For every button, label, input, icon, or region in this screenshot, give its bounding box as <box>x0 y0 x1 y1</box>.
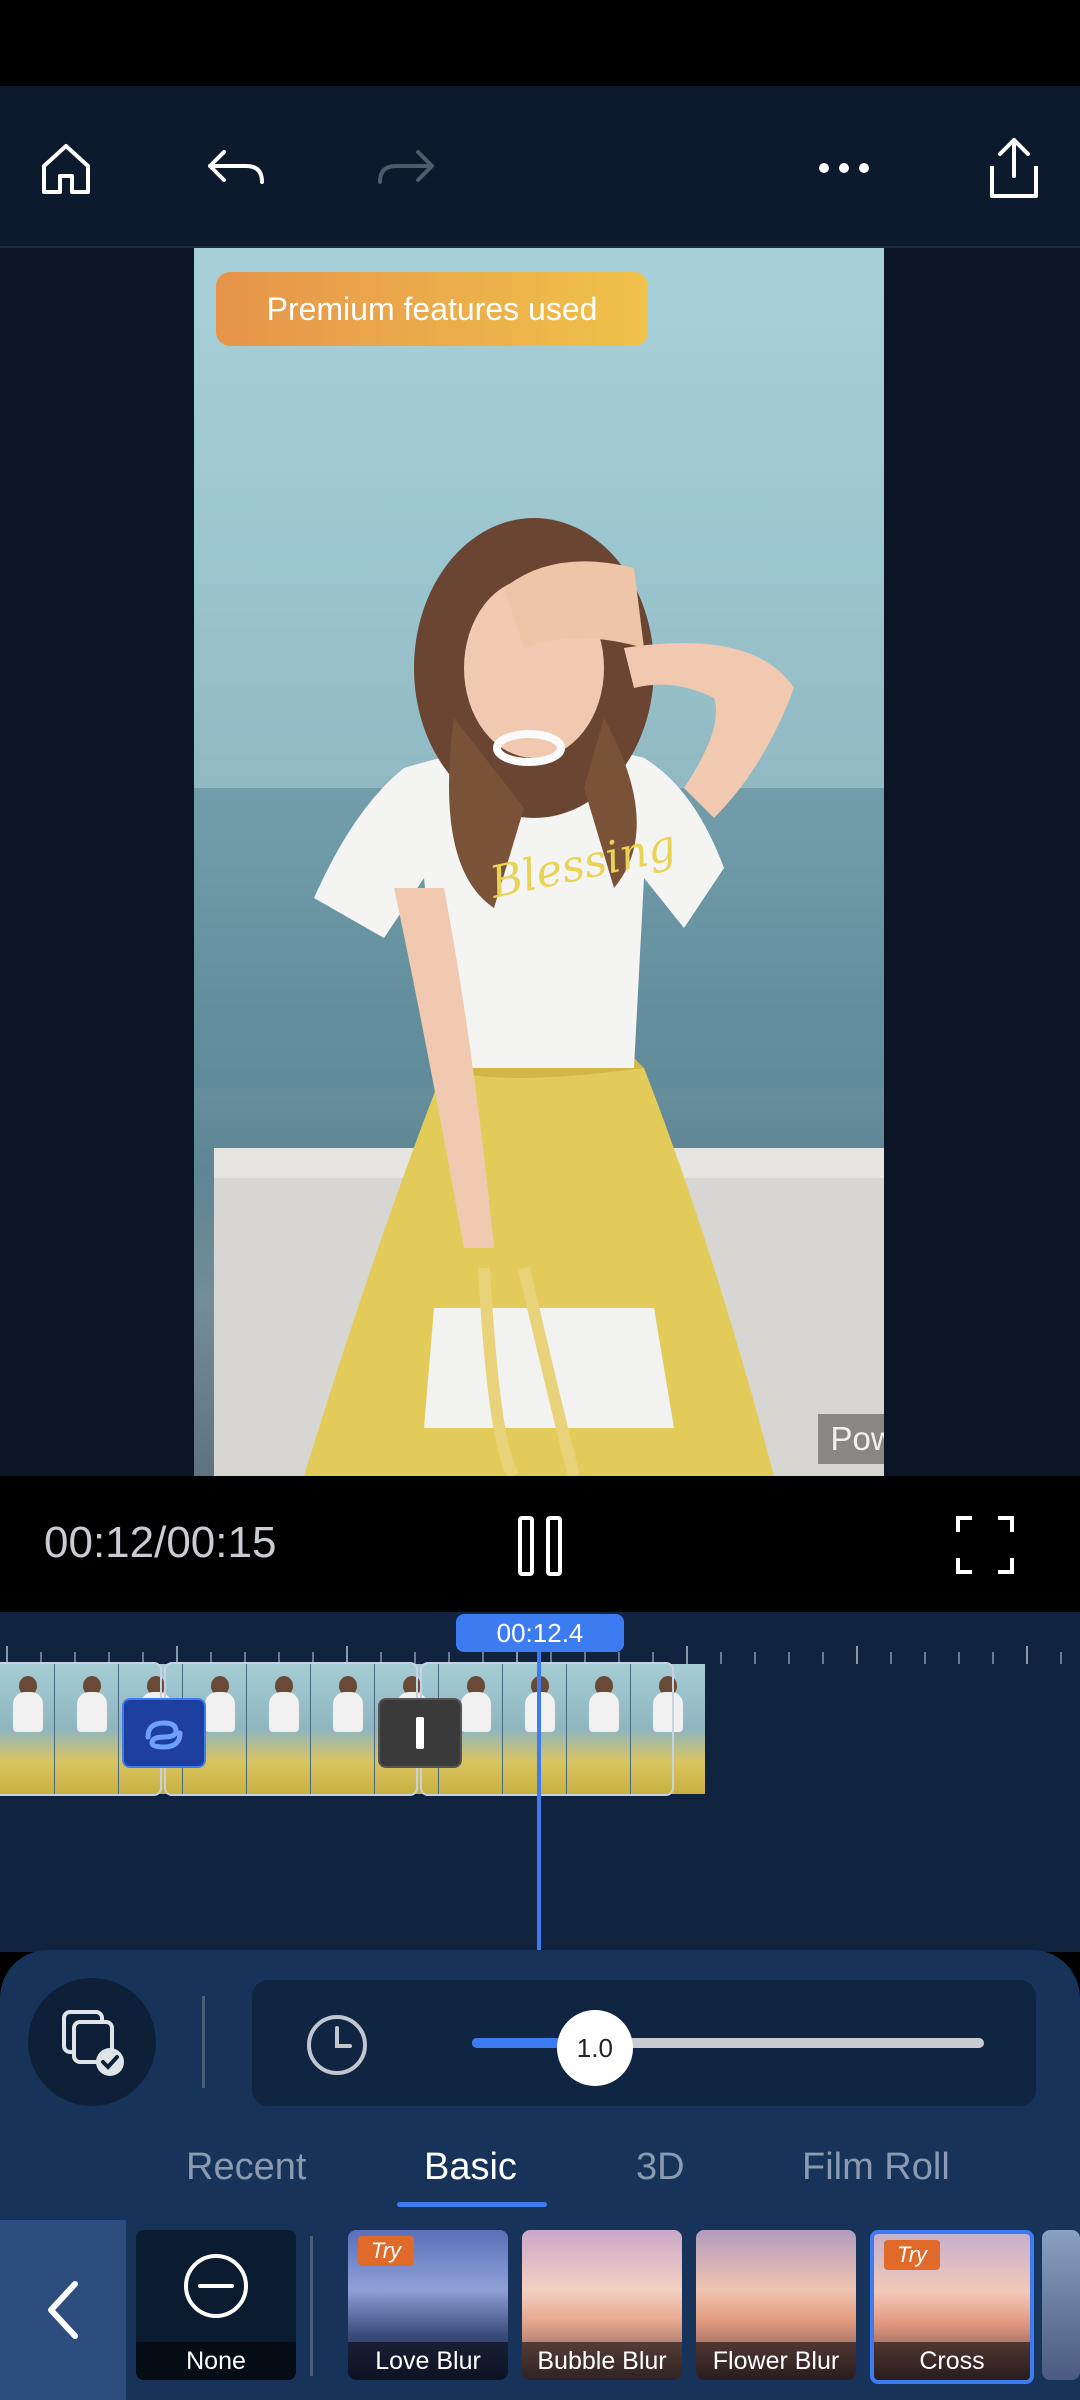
status-bar <box>0 0 1080 86</box>
watermark: PowerDirector <box>818 1414 884 1464</box>
back-button[interactable] <box>0 2220 126 2400</box>
home-icon <box>42 144 90 194</box>
effect-cross[interactable]: Try Cross <box>870 2230 1034 2384</box>
more-icon <box>819 163 869 173</box>
duration-control: 1.0 <box>252 1980 1036 2106</box>
try-badge: Try <box>358 2236 414 2266</box>
playback-bar: 00:12/00:15 <box>0 1476 1080 1612</box>
cut-icon <box>416 1717 424 1749</box>
ruler-tick <box>788 1652 790 1664</box>
tab-basic[interactable]: Basic <box>424 2146 517 2189</box>
copy-check-icon <box>62 2010 124 2076</box>
transition-icon <box>145 1720 183 1750</box>
tab-3d[interactable]: 3D <box>636 2146 685 2189</box>
premium-badge[interactable]: Premium features used <box>216 272 648 346</box>
effect-next-partial[interactable] <box>1042 2230 1080 2380</box>
duration-button[interactable] <box>304 2012 370 2078</box>
divider <box>202 1996 205 2088</box>
fullscreen-button[interactable] <box>952 1512 1018 1578</box>
transition-marker-2[interactable] <box>378 1698 462 1768</box>
effect-label: Cross <box>874 2342 1030 2380</box>
woman-photo: Blessing <box>194 518 884 1476</box>
divider <box>310 2236 313 2376</box>
ruler-tick <box>1026 1646 1028 1664</box>
ruler-tick <box>890 1652 892 1664</box>
tab-recent[interactable]: Recent <box>186 2146 306 2189</box>
video-preview[interactable]: Blessing Premium features used PowerDire… <box>0 248 1080 1476</box>
effects-panel: 1.0 Recent Basic 3D Film Roll None Try L… <box>0 1950 1080 2400</box>
pause-icon <box>518 1516 562 1576</box>
share-button[interactable] <box>972 126 1056 210</box>
try-badge: Try <box>884 2240 940 2270</box>
effect-label: Love Blur <box>348 2342 508 2380</box>
ruler-tick <box>1060 1652 1062 1664</box>
top-toolbar <box>0 86 1080 248</box>
ruler-tick <box>992 1652 994 1664</box>
duration-slider[interactable] <box>472 2038 984 2048</box>
ruler-tick <box>958 1652 960 1664</box>
none-icon <box>184 2254 248 2318</box>
ruler-tick <box>856 1646 858 1664</box>
effect-label: None <box>136 2342 296 2380</box>
effect-bubble-blur[interactable]: Bubble Blur <box>522 2230 682 2380</box>
timecode: 00:12/00:15 <box>44 1518 277 1567</box>
ruler-tick <box>720 1652 722 1664</box>
more-button[interactable] <box>802 126 886 210</box>
share-icon <box>990 138 1038 198</box>
effect-label: Flower Blur <box>696 2342 856 2380</box>
ruler-tick <box>822 1652 824 1664</box>
playhead-time: 00:12.4 <box>456 1614 624 1652</box>
ruler-tick <box>414 1652 416 1664</box>
playhead[interactable] <box>537 1632 541 1952</box>
undo-icon <box>208 150 264 184</box>
tab-film-roll[interactable]: Film Roll <box>802 2146 950 2189</box>
redo-button[interactable] <box>364 126 448 210</box>
pause-button[interactable] <box>508 1510 572 1580</box>
effect-flower-blur[interactable]: Flower Blur <box>696 2230 856 2380</box>
ruler-tick <box>924 1652 926 1664</box>
transition-marker-1[interactable] <box>122 1698 206 1768</box>
ruler-tick <box>686 1646 688 1664</box>
undo-button[interactable] <box>194 126 278 210</box>
effect-none[interactable]: None <box>136 2230 296 2380</box>
redo-icon <box>378 150 434 184</box>
effect-label: Bubble Blur <box>522 2342 682 2380</box>
fullscreen-icon <box>956 1516 1014 1574</box>
clock-icon <box>307 2015 367 2075</box>
tab-underline <box>397 2202 547 2207</box>
chevron-left-icon <box>48 2281 78 2339</box>
home-button[interactable] <box>24 126 108 210</box>
effect-love-blur[interactable]: Try Love Blur <box>348 2230 508 2380</box>
preview-image: Blessing Premium features used PowerDire… <box>194 248 884 1476</box>
timeline[interactable]: 00:12.4 <box>0 1612 1080 1952</box>
slider-knob[interactable]: 1.0 <box>556 2010 633 2086</box>
ruler-tick <box>754 1652 756 1664</box>
apply-all-button[interactable] <box>28 1978 156 2106</box>
